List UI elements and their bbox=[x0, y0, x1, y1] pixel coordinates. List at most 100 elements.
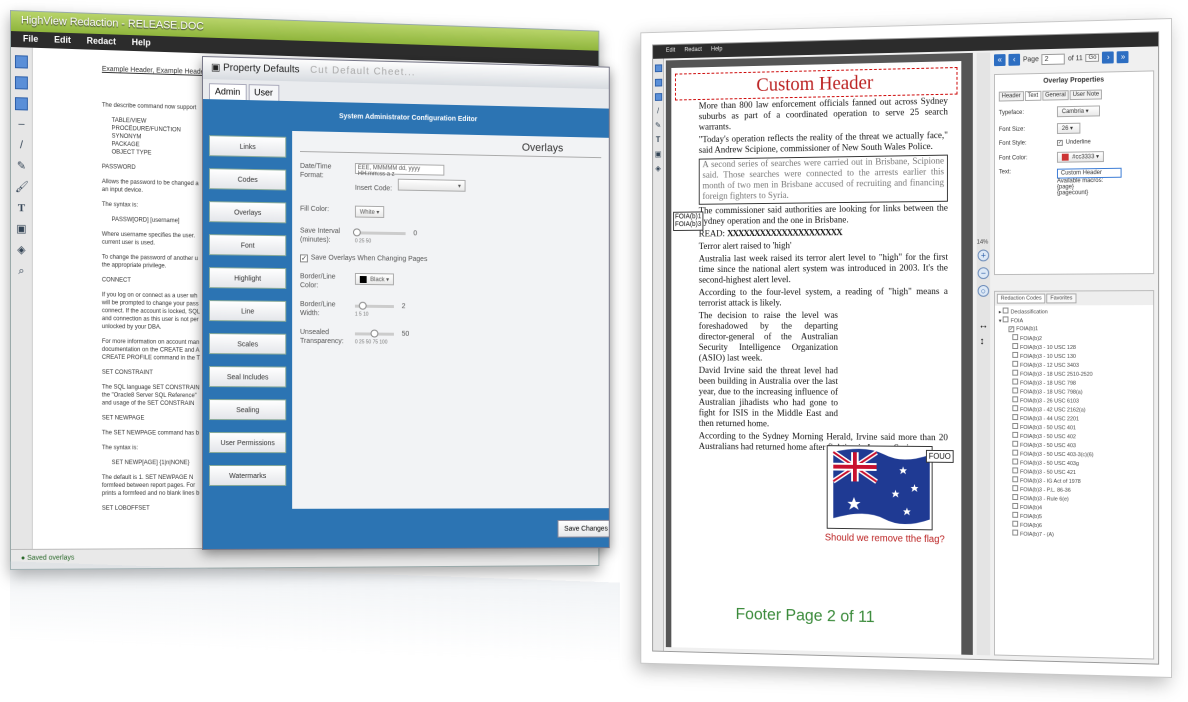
tab-user[interactable]: User bbox=[248, 84, 279, 101]
save-overlays-checkbox[interactable]: ✓ bbox=[300, 254, 308, 263]
unsealed-slider[interactable] bbox=[354, 329, 394, 338]
select-tool-icon[interactable] bbox=[654, 64, 662, 73]
text-tool-icon[interactable]: T bbox=[15, 202, 28, 215]
last-page-icon[interactable]: » bbox=[1117, 51, 1129, 64]
first-page-icon[interactable]: « bbox=[993, 54, 1006, 67]
code-checkbox[interactable] bbox=[1012, 423, 1019, 429]
pen-tool-icon[interactable]: ✎ bbox=[654, 121, 661, 130]
fill-color-dropdown[interactable]: White ▾ bbox=[354, 205, 385, 218]
highlight-button[interactable]: Highlight bbox=[208, 267, 287, 289]
code-tree-item[interactable]: FOIA(b)3 - 10 USC 130 bbox=[999, 351, 1149, 361]
watermarks-button[interactable]: Watermarks bbox=[208, 465, 287, 486]
border-color-dropdown[interactable]: Black ▾ bbox=[354, 272, 394, 286]
strikeout-redaction[interactable]: XXXXXXXXXXXXXXXXXXXXX bbox=[727, 228, 842, 239]
pen-tool-icon[interactable]: ✎ bbox=[15, 160, 28, 173]
select-tool-icon[interactable] bbox=[14, 55, 28, 69]
code-checkbox[interactable] bbox=[1012, 405, 1019, 412]
code-checkbox[interactable] bbox=[1002, 316, 1009, 323]
code-checkbox[interactable] bbox=[1012, 458, 1019, 465]
code-checkbox[interactable] bbox=[1012, 414, 1019, 421]
code-checkbox[interactable] bbox=[1012, 387, 1019, 394]
redact-tool-icon[interactable] bbox=[14, 76, 28, 90]
tab-redaction-codes[interactable]: Redaction Codes bbox=[996, 293, 1046, 304]
code-tree-item[interactable]: ▾ FOIA bbox=[999, 316, 1149, 325]
custom-footer-overlay[interactable]: Footer Page 2 of 11 bbox=[736, 604, 875, 627]
brush-tool-icon[interactable]: 🖌 bbox=[15, 181, 29, 194]
go-button[interactable]: Go bbox=[1085, 53, 1100, 63]
menu-redact[interactable]: Redact bbox=[87, 36, 116, 49]
zoom-tool-icon[interactable]: ⌕ bbox=[15, 265, 28, 278]
code-checkbox[interactable] bbox=[1012, 529, 1019, 536]
stamp-tool-icon[interactable]: ◈ bbox=[15, 244, 28, 257]
next-page-icon[interactable]: › bbox=[1102, 51, 1115, 64]
underline-checkbox[interactable]: ✓ bbox=[1056, 139, 1063, 146]
code-checkbox[interactable] bbox=[1012, 502, 1019, 509]
code-tree-item[interactable]: FOIA(b)3 - 18 USC 2510-2520 bbox=[999, 369, 1149, 379]
font-button[interactable]: Font bbox=[208, 234, 287, 257]
area-tool-icon[interactable] bbox=[654, 93, 662, 101]
menu-edit[interactable]: Edit bbox=[666, 48, 675, 56]
codes-button[interactable]: Codes bbox=[208, 168, 287, 191]
line-tool-icon[interactable]: / bbox=[15, 139, 28, 152]
code-checkbox[interactable] bbox=[1012, 431, 1019, 438]
foia-label[interactable]: FOIA(b)1 FOIA(b)3 bbox=[673, 211, 704, 231]
redact-tool-icon[interactable] bbox=[654, 78, 662, 87]
redacted-block[interactable]: A second series of searches were carried… bbox=[698, 154, 948, 205]
user-permissions-button[interactable]: User Permissions bbox=[208, 432, 287, 454]
menu-file[interactable]: File bbox=[23, 33, 38, 45]
code-checkbox[interactable] bbox=[1012, 396, 1019, 403]
date-time-input[interactable]: EEE, MMMMM dd, yyyy HH:mm:ss a z bbox=[354, 163, 445, 178]
fit-height-icon[interactable]: ↕ bbox=[980, 336, 985, 347]
stamp-tool-icon[interactable]: ◈ bbox=[654, 164, 661, 173]
code-checkbox[interactable] bbox=[1012, 351, 1019, 358]
slider-knob[interactable] bbox=[352, 228, 361, 237]
border-width-slider[interactable] bbox=[354, 301, 394, 310]
code-checkbox[interactable] bbox=[1012, 520, 1019, 527]
code-checkbox[interactable] bbox=[1002, 307, 1009, 314]
zoom-out-icon[interactable]: − bbox=[977, 267, 990, 280]
save-changes-button[interactable]: Save Changes bbox=[557, 519, 610, 538]
typeface-dropdown[interactable]: Cambria ▾ bbox=[1056, 105, 1100, 118]
zoom-fit-icon[interactable]: ○ bbox=[977, 284, 990, 297]
code-tree-item[interactable]: FOIA(b)3 - 10 USC 128 bbox=[999, 343, 1149, 352]
insert-code-dropdown[interactable]: ▾ bbox=[397, 178, 466, 192]
code-checkbox[interactable] bbox=[1012, 378, 1019, 385]
area-tool-icon[interactable] bbox=[14, 97, 28, 111]
textbox-tool-icon[interactable]: ▣ bbox=[654, 150, 662, 159]
font-color-dropdown[interactable]: #cc3333 ▾ bbox=[1056, 151, 1104, 163]
tab-text[interactable]: Text bbox=[1024, 90, 1042, 102]
seal-includes-button[interactable]: Seal Includes bbox=[208, 366, 287, 388]
code-tree-item[interactable]: FOIA(b)7 - (A) bbox=[999, 529, 1149, 540]
overlays-button[interactable]: Overlays bbox=[208, 201, 287, 224]
code-checkbox[interactable] bbox=[1012, 511, 1019, 518]
slider-knob[interactable] bbox=[370, 329, 379, 338]
text-tool-icon[interactable]: T bbox=[654, 135, 661, 144]
tab-user-note[interactable]: User Note bbox=[1069, 89, 1103, 101]
fouo-stamp[interactable]: FOUO bbox=[925, 449, 954, 463]
code-tree-item[interactable]: ✓ FOIA(b)1 bbox=[999, 325, 1149, 334]
tab-header[interactable]: Header bbox=[998, 91, 1024, 102]
menu-redact[interactable]: Redact bbox=[684, 47, 701, 55]
code-checkbox[interactable] bbox=[1012, 467, 1019, 474]
menu-help[interactable]: Help bbox=[711, 47, 722, 55]
code-tree-item[interactable]: FOIA(b)2 bbox=[999, 334, 1149, 343]
code-checkbox[interactable] bbox=[1012, 476, 1019, 483]
tab-favorites[interactable]: Favorites bbox=[1046, 293, 1077, 304]
line-tool-icon[interactable]: / bbox=[654, 107, 661, 116]
code-checkbox[interactable] bbox=[1012, 485, 1019, 492]
sealing-button[interactable]: Sealing bbox=[208, 399, 287, 421]
zoom-in-icon[interactable]: + bbox=[977, 249, 990, 262]
code-checkbox[interactable] bbox=[1012, 440, 1019, 447]
textbox-tool-icon[interactable]: ▣ bbox=[15, 223, 28, 236]
menu-help[interactable]: Help bbox=[132, 37, 151, 50]
code-checkbox[interactable] bbox=[1012, 369, 1019, 376]
prev-page-icon[interactable]: ‹ bbox=[1008, 53, 1021, 66]
code-checkbox[interactable]: ✓ bbox=[1008, 326, 1015, 333]
code-tree-item[interactable]: ▸ Declassification bbox=[999, 307, 1149, 316]
menu-edit[interactable]: Edit bbox=[54, 34, 71, 47]
fit-width-icon[interactable]: ↔ bbox=[979, 320, 989, 331]
user-note-text[interactable]: Should we remove tthe flag? bbox=[825, 533, 945, 546]
tab-general[interactable]: General bbox=[1042, 90, 1069, 101]
code-checkbox[interactable] bbox=[1012, 334, 1019, 341]
code-tree-item[interactable]: FOIA(b)3 - 12 USC 3403 bbox=[999, 360, 1149, 370]
